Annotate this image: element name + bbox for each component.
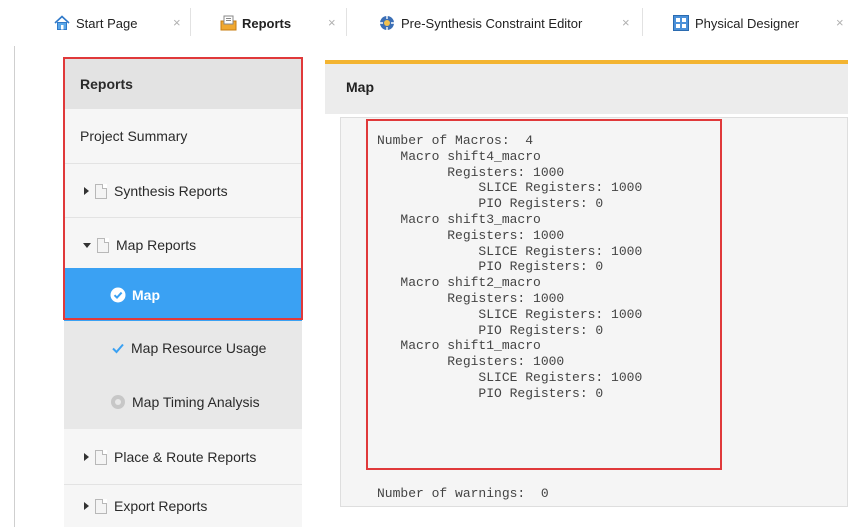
home-icon [54,15,70,31]
chevron-down-icon[interactable] [83,242,91,248]
report-line: SLICE Registers: 1000 [377,243,643,259]
report-line: Macro shift1_macro [377,338,541,354]
report-line: Macro shift2_macro [377,275,541,291]
sidebar-item-map-timing-analysis[interactable]: Map Timing Analysis [64,375,302,429]
tab-physical-designer-label: Physical Designer [695,15,800,31]
reports-icon [220,15,237,31]
close-icon[interactable]: × [836,15,844,30]
tab-physical-designer[interactable]: Physical Designer [673,0,799,46]
tab-constraint-editor-label: Pre-Synthesis Constraint Editor [401,15,583,31]
document-icon [97,237,109,253]
sidebar-item-project-summary[interactable]: Project Summary [64,109,302,163]
chevron-right-icon[interactable] [84,187,89,195]
report-line: PIO Registers: 0 [377,385,604,401]
report-line: Number of Macros: 4 [377,133,534,148]
sidebar-item-place-route-reports[interactable]: Place & Route Reports [64,430,302,484]
check-circle-icon [110,287,126,303]
report-line: SLICE Registers: 1000 [377,180,643,196]
sidebar-item-export-reports[interactable]: Export Reports [64,485,302,527]
physical-designer-icon [673,15,689,31]
close-icon[interactable]: × [328,15,336,30]
report-title-bar [325,60,848,114]
tab-start-page[interactable]: Start Page [54,0,137,46]
tab-divider [190,8,191,36]
report-line: SLICE Registers: 1000 [377,369,643,385]
sidebar-header-label: Reports [80,75,133,92]
report-line: Macro shift4_macro [377,148,541,164]
tab-reports-label: Reports [242,15,292,31]
document-icon [95,183,107,199]
sidebar-item-map-resource-usage[interactable]: Map Resource Usage [64,321,302,375]
sidebar-item-synthesis-reports[interactable]: Synthesis Reports [64,164,302,218]
sidebar-item-label: Place & Route Reports [114,449,257,465]
sidebar-item-label: Project Summary [80,128,188,144]
report-line: PIO Registers: 0 [377,322,604,338]
report-line: Registers: 1000 [377,227,565,243]
document-icon [95,449,107,465]
tab-start-page-label: Start Page [76,15,138,31]
pending-circle-icon [110,394,126,410]
report-line: PIO Registers: 0 [377,259,604,275]
report-text: Number of Macros: 4 Macro shift4_macro R… [377,133,642,402]
sidebar-item-label: Map [132,286,160,303]
tab-bar: Start Page × Reports × Pre-Synthesis Con… [0,0,848,46]
reports-sidebar: Reports Project Summary Synthesis Report… [64,58,302,527]
sidebar-header: Reports [64,58,302,109]
tab-constraint-editor[interactable]: Pre-Synthesis Constraint Editor [379,0,582,46]
close-icon[interactable]: × [622,15,630,30]
sidebar-item-map-reports[interactable]: Map Reports [64,218,302,272]
tab-divider [642,8,643,36]
warnings-count: Number of warnings: 0 [377,486,549,501]
report-line: Macro shift3_macro [377,211,541,227]
sidebar-item-label: Export Reports [114,498,208,514]
report-line: SLICE Registers: 1000 [377,306,643,322]
tab-reports[interactable]: Reports [220,0,291,46]
report-line: Registers: 1000 [377,290,565,306]
close-icon[interactable]: × [173,15,181,30]
window-left-edge [14,0,15,527]
sidebar-item-map[interactable]: Map [64,268,302,321]
document-icon [95,498,107,514]
page-title: Map [346,79,374,95]
check-icon [111,341,125,355]
chevron-right-icon[interactable] [84,502,89,510]
report-line: Registers: 1000 [377,354,565,370]
chevron-right-icon[interactable] [84,453,89,461]
sidebar-item-label: Map Timing Analysis [132,394,260,410]
constraint-editor-icon [379,15,395,31]
sidebar-item-label: Map Resource Usage [131,340,267,356]
sidebar-item-label: Map Reports [116,237,197,253]
report-line: PIO Registers: 0 [377,196,604,212]
sidebar-item-label: Synthesis Reports [114,183,228,199]
report-line: Registers: 1000 [377,164,565,180]
tab-divider [346,8,347,36]
